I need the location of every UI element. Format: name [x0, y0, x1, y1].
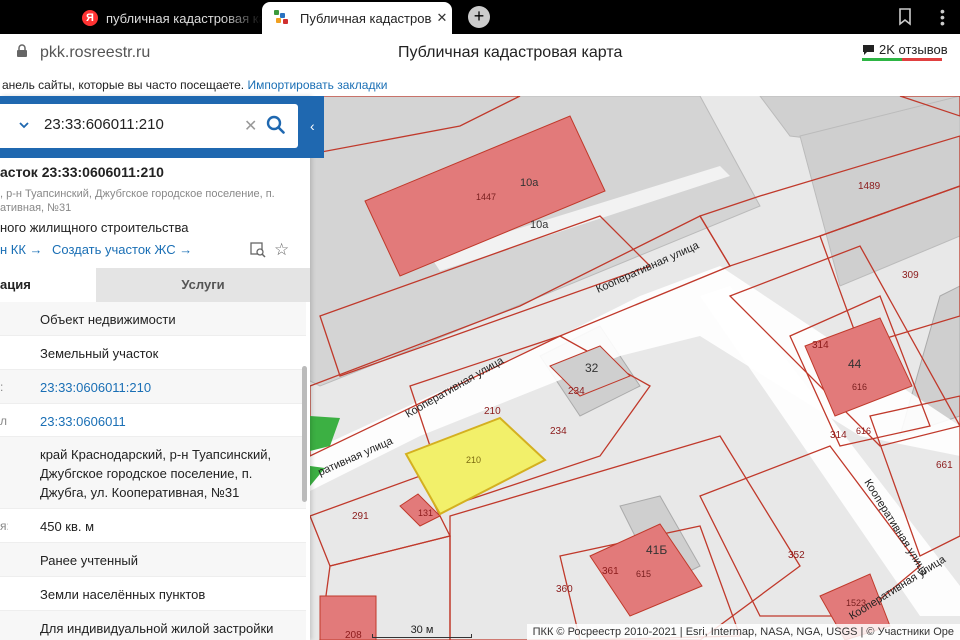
map-attribution: ПКК © Росреестр 2010-2021 | Esri, Interm… [526, 624, 960, 640]
reviews-button[interactable]: 2K отзывов [862, 42, 948, 57]
tab-information[interactable]: ация [0, 268, 96, 302]
cadastral-number-link[interactable]: 23:33:0606011:210 [40, 378, 296, 397]
row-value: Земли населённых пунктов [40, 587, 206, 602]
svg-text:32: 32 [585, 361, 599, 375]
cadastral-quarter-link[interactable]: 23:33:0606011 [40, 412, 296, 431]
row-value: Объект недвижимости [40, 312, 176, 327]
clear-icon[interactable]: ✕ [244, 116, 257, 136]
svg-text:1447: 1447 [476, 192, 496, 202]
bookmarks-hint: анель сайты, которые вы часто посещаете. [2, 78, 245, 92]
table-row: я: 450 кв. м [0, 509, 306, 543]
svg-text:352: 352 [788, 550, 805, 561]
map-scale: 30 м [372, 624, 472, 638]
search-box[interactable]: 23:33:606011:210 ✕ [0, 104, 298, 148]
table-row: Ранее учтенный [0, 543, 306, 577]
row-value: Земельный участок [40, 346, 159, 361]
bookmark-icon[interactable] [898, 8, 912, 26]
chat-bubble-icon [863, 44, 874, 55]
chevron-down-icon[interactable] [18, 119, 30, 131]
svg-text:210: 210 [466, 455, 481, 465]
lock-icon[interactable] [16, 44, 28, 58]
svg-text:41Б: 41Б [646, 543, 667, 557]
tab-title: Публичная кадастровая [300, 10, 432, 26]
row-value: край Краснодарский, р-н Туапсинский, Джу… [40, 447, 272, 500]
table-row: Объект недвижимости [0, 302, 306, 336]
collapse-panel-icon[interactable]: ‹ [310, 118, 315, 134]
svg-text:234: 234 [550, 426, 567, 437]
import-bookmarks-link[interactable]: Импортировать закладки [247, 78, 387, 92]
page-title: Публичная кадастровая карта [398, 44, 623, 61]
url-text[interactable]: pkk.rosreestr.ru [40, 44, 150, 62]
star-icon[interactable]: ☆ [274, 240, 289, 260]
browser-tab-bar: Я публичная кадастровая ка Публичная кад… [0, 0, 960, 34]
tab-inactive[interactable]: Я публичная кадастровая ка [72, 2, 262, 34]
reviews-label: 2K отзывов [879, 42, 948, 57]
row-value: Для индивидуальной жилой застройки [40, 621, 274, 636]
row-value: 450 кв. м [40, 519, 95, 534]
search-icon[interactable] [266, 115, 286, 135]
close-tab-icon[interactable]: ✕ [432, 10, 452, 26]
row-value: Ранее учтенный [40, 553, 138, 568]
create-zhs-link[interactable]: Создать участок ЖС → [52, 242, 192, 257]
search-input[interactable]: 23:33:606011:210 [44, 116, 164, 133]
inspect-icon[interactable] [250, 242, 266, 258]
map-label: 10а [520, 177, 539, 189]
svg-text:661: 661 [936, 460, 953, 471]
svg-text:309: 309 [902, 270, 919, 281]
menu-icon[interactable]: • • • [940, 4, 945, 30]
table-row: Для индивидуальной жилой застройки [0, 611, 306, 640]
svg-text:291: 291 [352, 511, 369, 522]
tab-active[interactable]: Публичная кадастровая ✕ [262, 2, 452, 34]
object-purpose: ного жилищного строительства [0, 220, 189, 235]
svg-text:131: 131 [418, 508, 433, 518]
table-row: край Краснодарский, р-н Туапсинский, Джу… [0, 437, 306, 509]
scrollbar[interactable] [302, 366, 307, 502]
object-title: асток 23:33:0606011:210 [0, 164, 164, 180]
object-address: , р-н Туапсинский, Джубгское городское п… [0, 188, 275, 214]
table-row: л: 23:33:0606011 [0, 404, 306, 437]
svg-text:360: 360 [556, 584, 573, 595]
new-tab-button[interactable]: + [468, 6, 490, 28]
table-row: Земельный участок [0, 336, 306, 370]
svg-text:616: 616 [852, 382, 867, 392]
table-row: Земли населённых пунктов [0, 577, 306, 611]
pkk-logo-icon [274, 10, 290, 26]
svg-text:314: 314 [830, 430, 847, 441]
svg-text:361: 361 [602, 566, 619, 577]
attribute-table: Объект недвижимости Земельный участок : … [0, 302, 306, 640]
table-row: : 23:33:0606011:210 [0, 370, 306, 404]
svg-text:44: 44 [848, 357, 862, 371]
svg-text:314: 314 [812, 340, 829, 351]
link-kk[interactable]: н КК → [0, 242, 43, 257]
svg-text:210: 210 [484, 406, 501, 417]
reviews-underline [862, 58, 942, 61]
bookmarks-bar: анель сайты, которые вы часто посещаете.… [0, 74, 960, 96]
svg-text:10а: 10а [530, 219, 549, 231]
search-area: 23:33:606011:210 ✕ ‹ [0, 96, 324, 158]
info-tabs: ация Услуги [0, 268, 310, 302]
yandex-icon: Я [82, 10, 98, 26]
tab-services[interactable]: Услуги [96, 268, 310, 302]
svg-text:234: 234 [568, 386, 585, 397]
svg-text:1489: 1489 [858, 181, 881, 192]
svg-text:616: 616 [856, 426, 871, 436]
info-panel: 23:33:606011:210 ✕ ‹ асток 23:33:0606011… [0, 96, 324, 640]
svg-text:615: 615 [636, 569, 651, 579]
svg-text:208: 208 [345, 630, 362, 640]
